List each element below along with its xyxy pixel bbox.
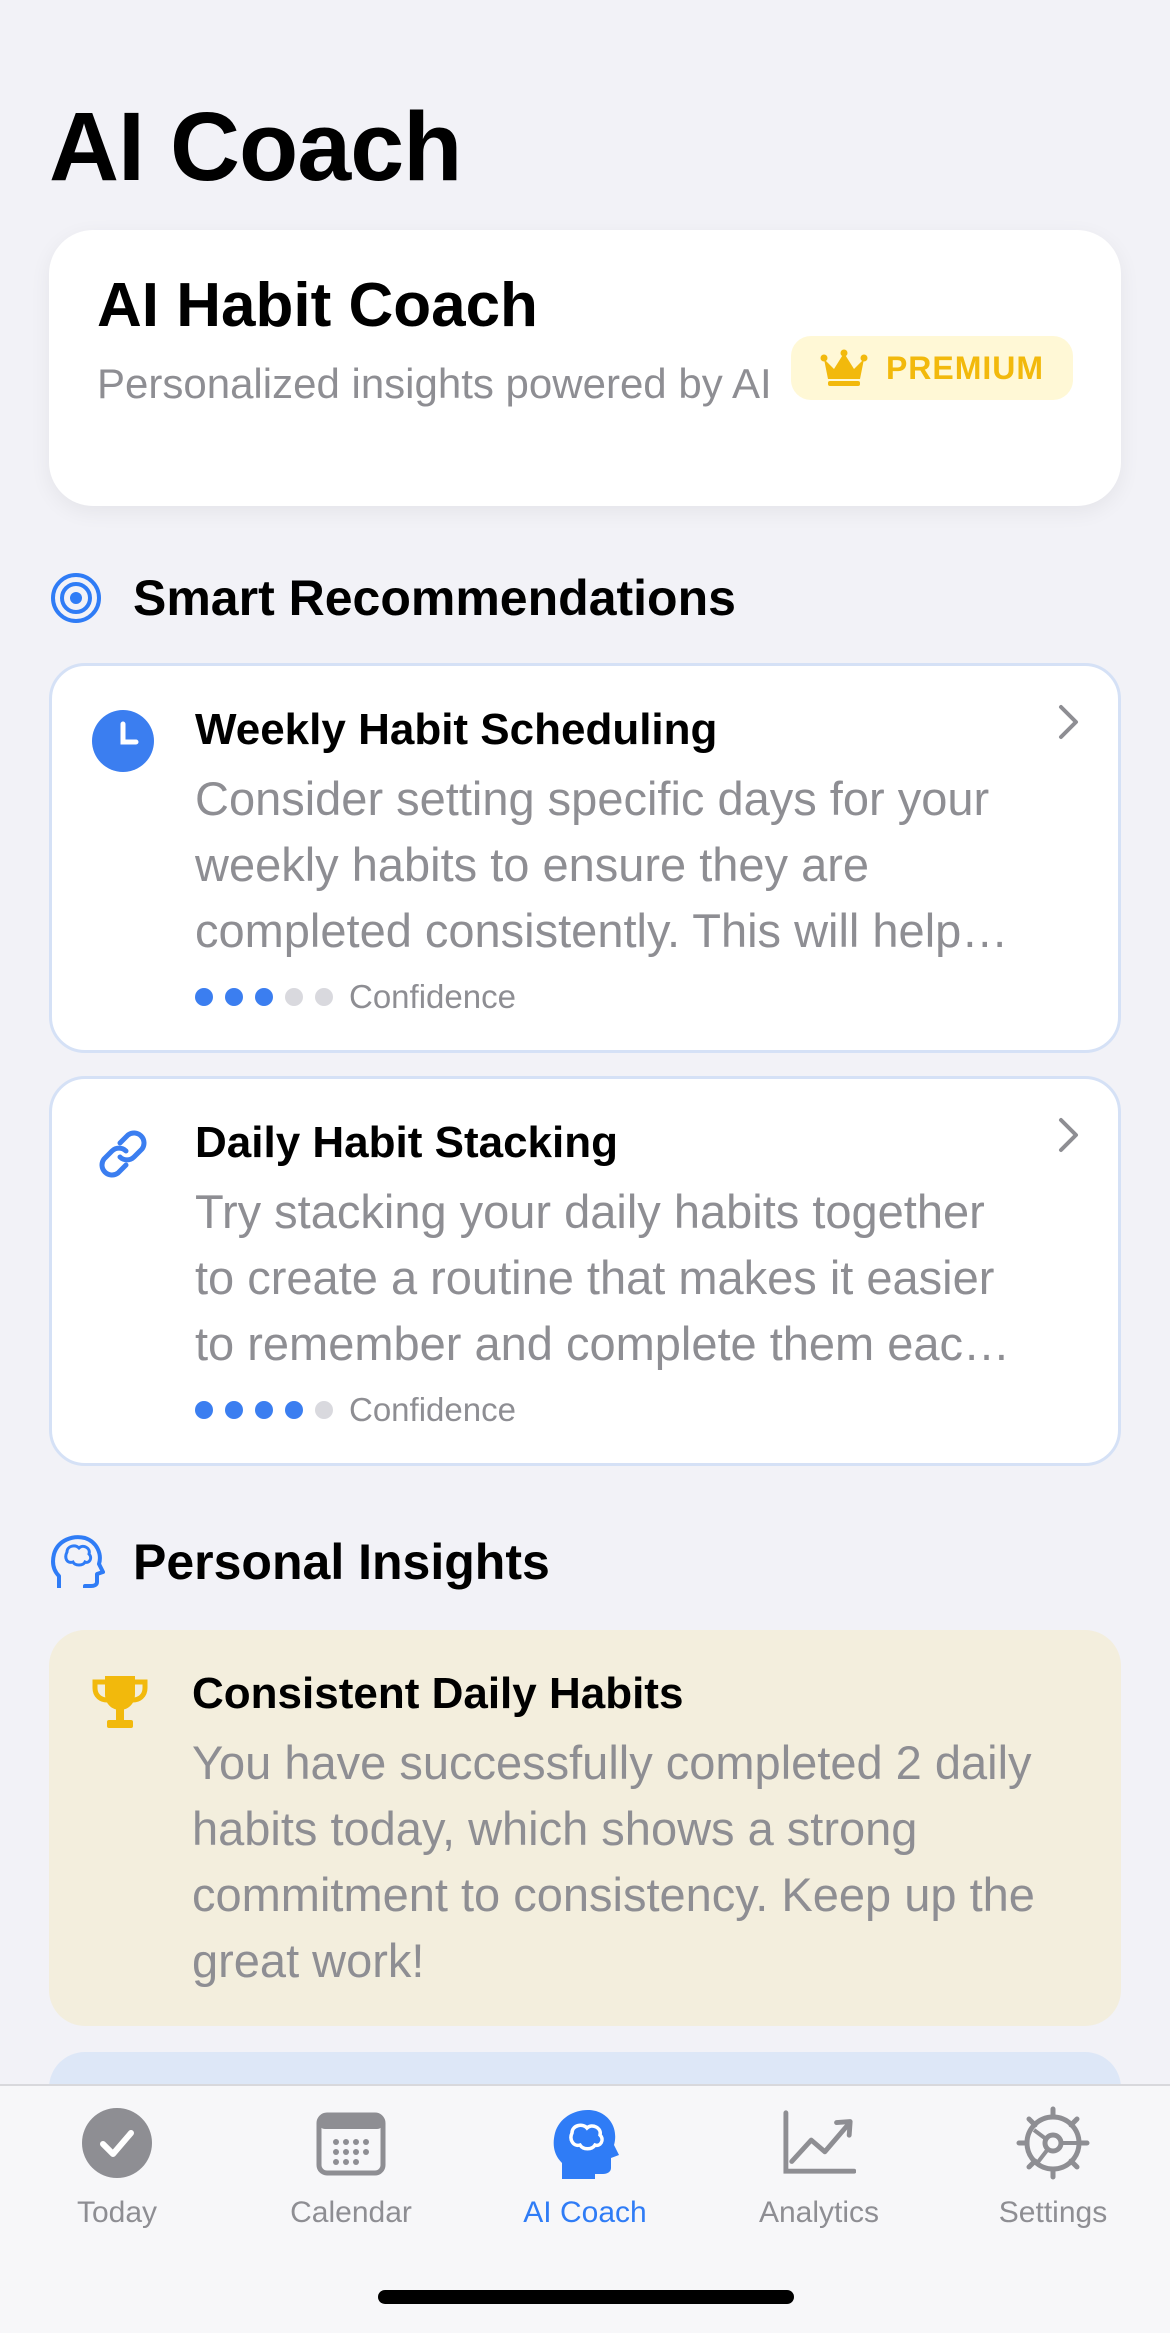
recommendation-card[interactable]: Daily Habit Stacking Try stacking your d… xyxy=(49,1076,1121,1466)
chart-line-icon xyxy=(783,2110,856,2174)
recommendation-title: Daily Habit Stacking xyxy=(195,1118,619,1167)
tab-label: Today xyxy=(76,2196,158,2229)
section-title: Personal Insights xyxy=(133,1534,550,1590)
tab-ai-coach[interactable]: AI Coach xyxy=(468,2106,702,2256)
premium-label: PREMIUM xyxy=(885,349,1045,386)
insight-title: Consistent Daily Habits xyxy=(192,1669,684,1718)
confidence-dot xyxy=(315,988,333,1006)
personal-insights-header: Personal Insights xyxy=(49,1532,550,1592)
tab-label: Calendar xyxy=(290,2196,412,2229)
tab-label: Analytics xyxy=(758,2196,880,2229)
confidence-label: Confidence xyxy=(349,1391,516,1428)
gear-icon xyxy=(1016,2106,1090,2180)
insight-card[interactable]: Consistent Daily Habits You have success… xyxy=(49,1630,1121,2026)
confidence-dot xyxy=(285,988,303,1006)
home-indicator xyxy=(378,2290,794,2304)
tab-label: AI Coach xyxy=(523,2196,647,2229)
recommendation-title: Weekly Habit Scheduling xyxy=(195,705,718,754)
checkmark-circle-icon xyxy=(82,2108,152,2178)
confidence-meter: Confidence xyxy=(195,1391,516,1429)
smart-recommendations-header: Smart Recommendations xyxy=(49,568,736,628)
confidence-dot xyxy=(285,1401,303,1419)
confidence-label: Confidence xyxy=(349,978,516,1015)
tab-calendar[interactable]: Calendar xyxy=(234,2106,468,2256)
page-title: AI Coach xyxy=(49,92,462,201)
brain-head-icon xyxy=(553,2109,619,2179)
confidence-dot xyxy=(195,1401,213,1419)
hero-title: AI Habit Coach xyxy=(97,271,538,340)
confidence-dot xyxy=(225,988,243,1006)
chevron-right-icon xyxy=(1059,705,1078,739)
section-title: Smart Recommendations xyxy=(133,570,736,626)
confidence-dot xyxy=(255,988,273,1006)
recommendation-body: Consider setting specific days for your … xyxy=(195,772,990,957)
clock-icon xyxy=(92,710,154,772)
insight-body: You have successfully completed 2 daily … xyxy=(192,1736,1035,1987)
hero-subtitle: Personalized insights powered by AI xyxy=(97,360,772,407)
link-icon xyxy=(99,1130,147,1178)
confidence-meter: Confidence xyxy=(195,978,516,1016)
target-icon xyxy=(51,573,101,623)
chevron-right-icon xyxy=(1059,1118,1078,1152)
brain-head-icon xyxy=(51,1535,105,1588)
confidence-dot xyxy=(315,1401,333,1419)
recommendation-card[interactable]: Weekly Habit Scheduling Consider setting… xyxy=(49,663,1121,1053)
confidence-dot xyxy=(195,988,213,1006)
trophy-icon xyxy=(92,1676,148,1728)
tab-analytics[interactable]: Analytics xyxy=(702,2106,936,2256)
confidence-dot xyxy=(225,1401,243,1419)
tab-label: Settings xyxy=(998,2196,1108,2229)
confidence-dot xyxy=(255,1401,273,1419)
calendar-icon xyxy=(316,2112,386,2176)
ai-habit-coach-card: AI Habit Coach Personalized insights pow… xyxy=(49,230,1121,506)
premium-badge: PREMIUM xyxy=(791,336,1073,400)
crown-icon xyxy=(820,349,868,386)
tab-settings[interactable]: Settings xyxy=(936,2106,1170,2256)
tab-today[interactable]: Today xyxy=(0,2106,234,2256)
recommendation-body: Try stacking your daily habits together … xyxy=(195,1185,995,1370)
